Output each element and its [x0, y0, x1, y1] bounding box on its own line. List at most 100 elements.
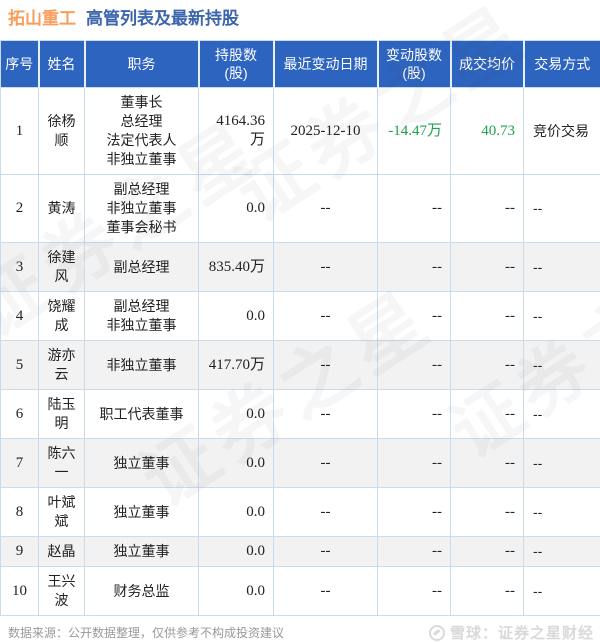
cell-change: -14.47万: [378, 88, 451, 175]
cell-shares: 835.40万: [199, 243, 274, 292]
cell-method: --: [524, 390, 600, 439]
xueqiu-logo-icon: [429, 625, 445, 641]
cell-method: --: [524, 537, 600, 567]
table-row: 1徐杨顺董事长 总经理 法定代表人 非独立董事4164.36万2025-12-1…: [1, 88, 600, 175]
brand-label: 雪球：证券之星财经: [450, 622, 594, 643]
cell-name: 王兴波: [39, 567, 85, 616]
footer: 数据来源：公开数据整理，仅供参考不构成投资建议 雪球：证券之星财经: [0, 616, 600, 643]
table-row: 5游亦云非独立董事417.70万--------: [1, 341, 600, 390]
cell-method: --: [524, 175, 600, 243]
cell-change: --: [378, 537, 451, 567]
cell-price: --: [451, 537, 524, 567]
cell-method: --: [524, 341, 600, 390]
cell-method: --: [524, 488, 600, 537]
table-row: 4饶耀成副总经理 非独立董事0.0--------: [1, 292, 600, 341]
cell-date: --: [274, 537, 378, 567]
cell-positions: 独立董事: [85, 537, 199, 567]
cell-name: 赵晶: [39, 537, 85, 567]
cell-name: 陆玉明: [39, 390, 85, 439]
cell-method: --: [524, 439, 600, 488]
table-row: 8叶斌斌独立董事0.0--------: [1, 488, 600, 537]
header-position: 职务: [85, 41, 199, 88]
cell-price: --: [451, 341, 524, 390]
cell-no: 5: [1, 341, 39, 390]
cell-name: 陈六一: [39, 439, 85, 488]
cell-price: 40.73: [451, 88, 524, 175]
cell-shares: 0.0: [199, 390, 274, 439]
cell-positions: 副总经理: [85, 243, 199, 292]
cell-name: 黄涛: [39, 175, 85, 243]
cell-price: --: [451, 175, 524, 243]
stock-name: 拓山重工: [8, 9, 76, 28]
table-row: 9赵晶独立董事0.0--------: [1, 537, 600, 567]
cell-no: 6: [1, 390, 39, 439]
cell-change: --: [378, 243, 451, 292]
cell-price: --: [451, 439, 524, 488]
cell-date: --: [274, 390, 378, 439]
cell-no: 4: [1, 292, 39, 341]
cell-date: --: [274, 488, 378, 537]
cell-positions: 副总经理 非独立董事: [85, 292, 199, 341]
cell-date: --: [274, 243, 378, 292]
cell-price: --: [451, 567, 524, 616]
header-no: 序号: [1, 41, 39, 88]
header-change-date: 最近变动日期: [274, 41, 378, 88]
cell-no: 9: [1, 537, 39, 567]
cell-date: --: [274, 439, 378, 488]
cell-price: --: [451, 292, 524, 341]
title-text: 高管列表及最新持股: [86, 9, 239, 28]
cell-change: --: [378, 439, 451, 488]
cell-positions: 副总经理 非独立董事 董事会秘书: [85, 175, 199, 243]
cell-date: --: [274, 341, 378, 390]
cell-change: --: [378, 175, 451, 243]
cell-name: 徐杨顺: [39, 88, 85, 175]
cell-positions: 财务总监: [85, 567, 199, 616]
cell-no: 1: [1, 88, 39, 175]
cell-change: --: [378, 292, 451, 341]
cell-shares: 417.70万: [199, 341, 274, 390]
cell-date: --: [274, 175, 378, 243]
cell-name: 叶斌斌: [39, 488, 85, 537]
cell-shares: 0.0: [199, 292, 274, 341]
cell-positions: 独立董事: [85, 439, 199, 488]
cell-price: --: [451, 488, 524, 537]
cell-shares: 4164.36万: [199, 88, 274, 175]
cell-positions: 独立董事: [85, 488, 199, 537]
cell-method: 竞价交易: [524, 88, 600, 175]
header-avg-price: 成交均价: [451, 41, 524, 88]
cell-no: 10: [1, 567, 39, 616]
cell-no: 3: [1, 243, 39, 292]
cell-name: 徐建风: [39, 243, 85, 292]
cell-no: 2: [1, 175, 39, 243]
cell-change: --: [378, 488, 451, 537]
header-change-shares: 变动股数 (股): [378, 41, 451, 88]
cell-shares: 0.0: [199, 488, 274, 537]
cell-no: 8: [1, 488, 39, 537]
cell-no: 7: [1, 439, 39, 488]
table-row: 3徐建风副总经理835.40万--------: [1, 243, 600, 292]
table-row: 6陆玉明职工代表董事0.0--------: [1, 390, 600, 439]
data-source-note: 数据来源：公开数据整理，仅供参考不构成投资建议: [8, 624, 284, 641]
cell-shares: 0.0: [199, 175, 274, 243]
table-row: 2黄涛副总经理 非独立董事 董事会秘书0.0--------: [1, 175, 600, 243]
cell-date: --: [274, 292, 378, 341]
header-name: 姓名: [39, 41, 85, 88]
page-title: 拓山重工高管列表及最新持股: [0, 0, 600, 31]
cell-name: 游亦云: [39, 341, 85, 390]
cell-method: --: [524, 567, 600, 616]
cell-price: --: [451, 243, 524, 292]
cell-price: --: [451, 390, 524, 439]
cell-shares: 0.0: [199, 537, 274, 567]
cell-change: --: [378, 390, 451, 439]
cell-change: --: [378, 567, 451, 616]
cell-positions: 董事长 总经理 法定代表人 非独立董事: [85, 88, 199, 175]
brand-watermark: 雪球：证券之星财经: [429, 622, 594, 643]
cell-method: --: [524, 243, 600, 292]
cell-method: --: [524, 292, 600, 341]
cell-date: 2025-12-10: [274, 88, 378, 175]
cell-name: 饶耀成: [39, 292, 85, 341]
cell-date: --: [274, 567, 378, 616]
header-trade-method: 交易方式: [524, 41, 600, 88]
table-header-row: 序号 姓名 职务 持股数 (股) 最近变动日期 变动股数 (股) 成交均价 交易…: [1, 41, 600, 88]
cell-shares: 0.0: [199, 439, 274, 488]
